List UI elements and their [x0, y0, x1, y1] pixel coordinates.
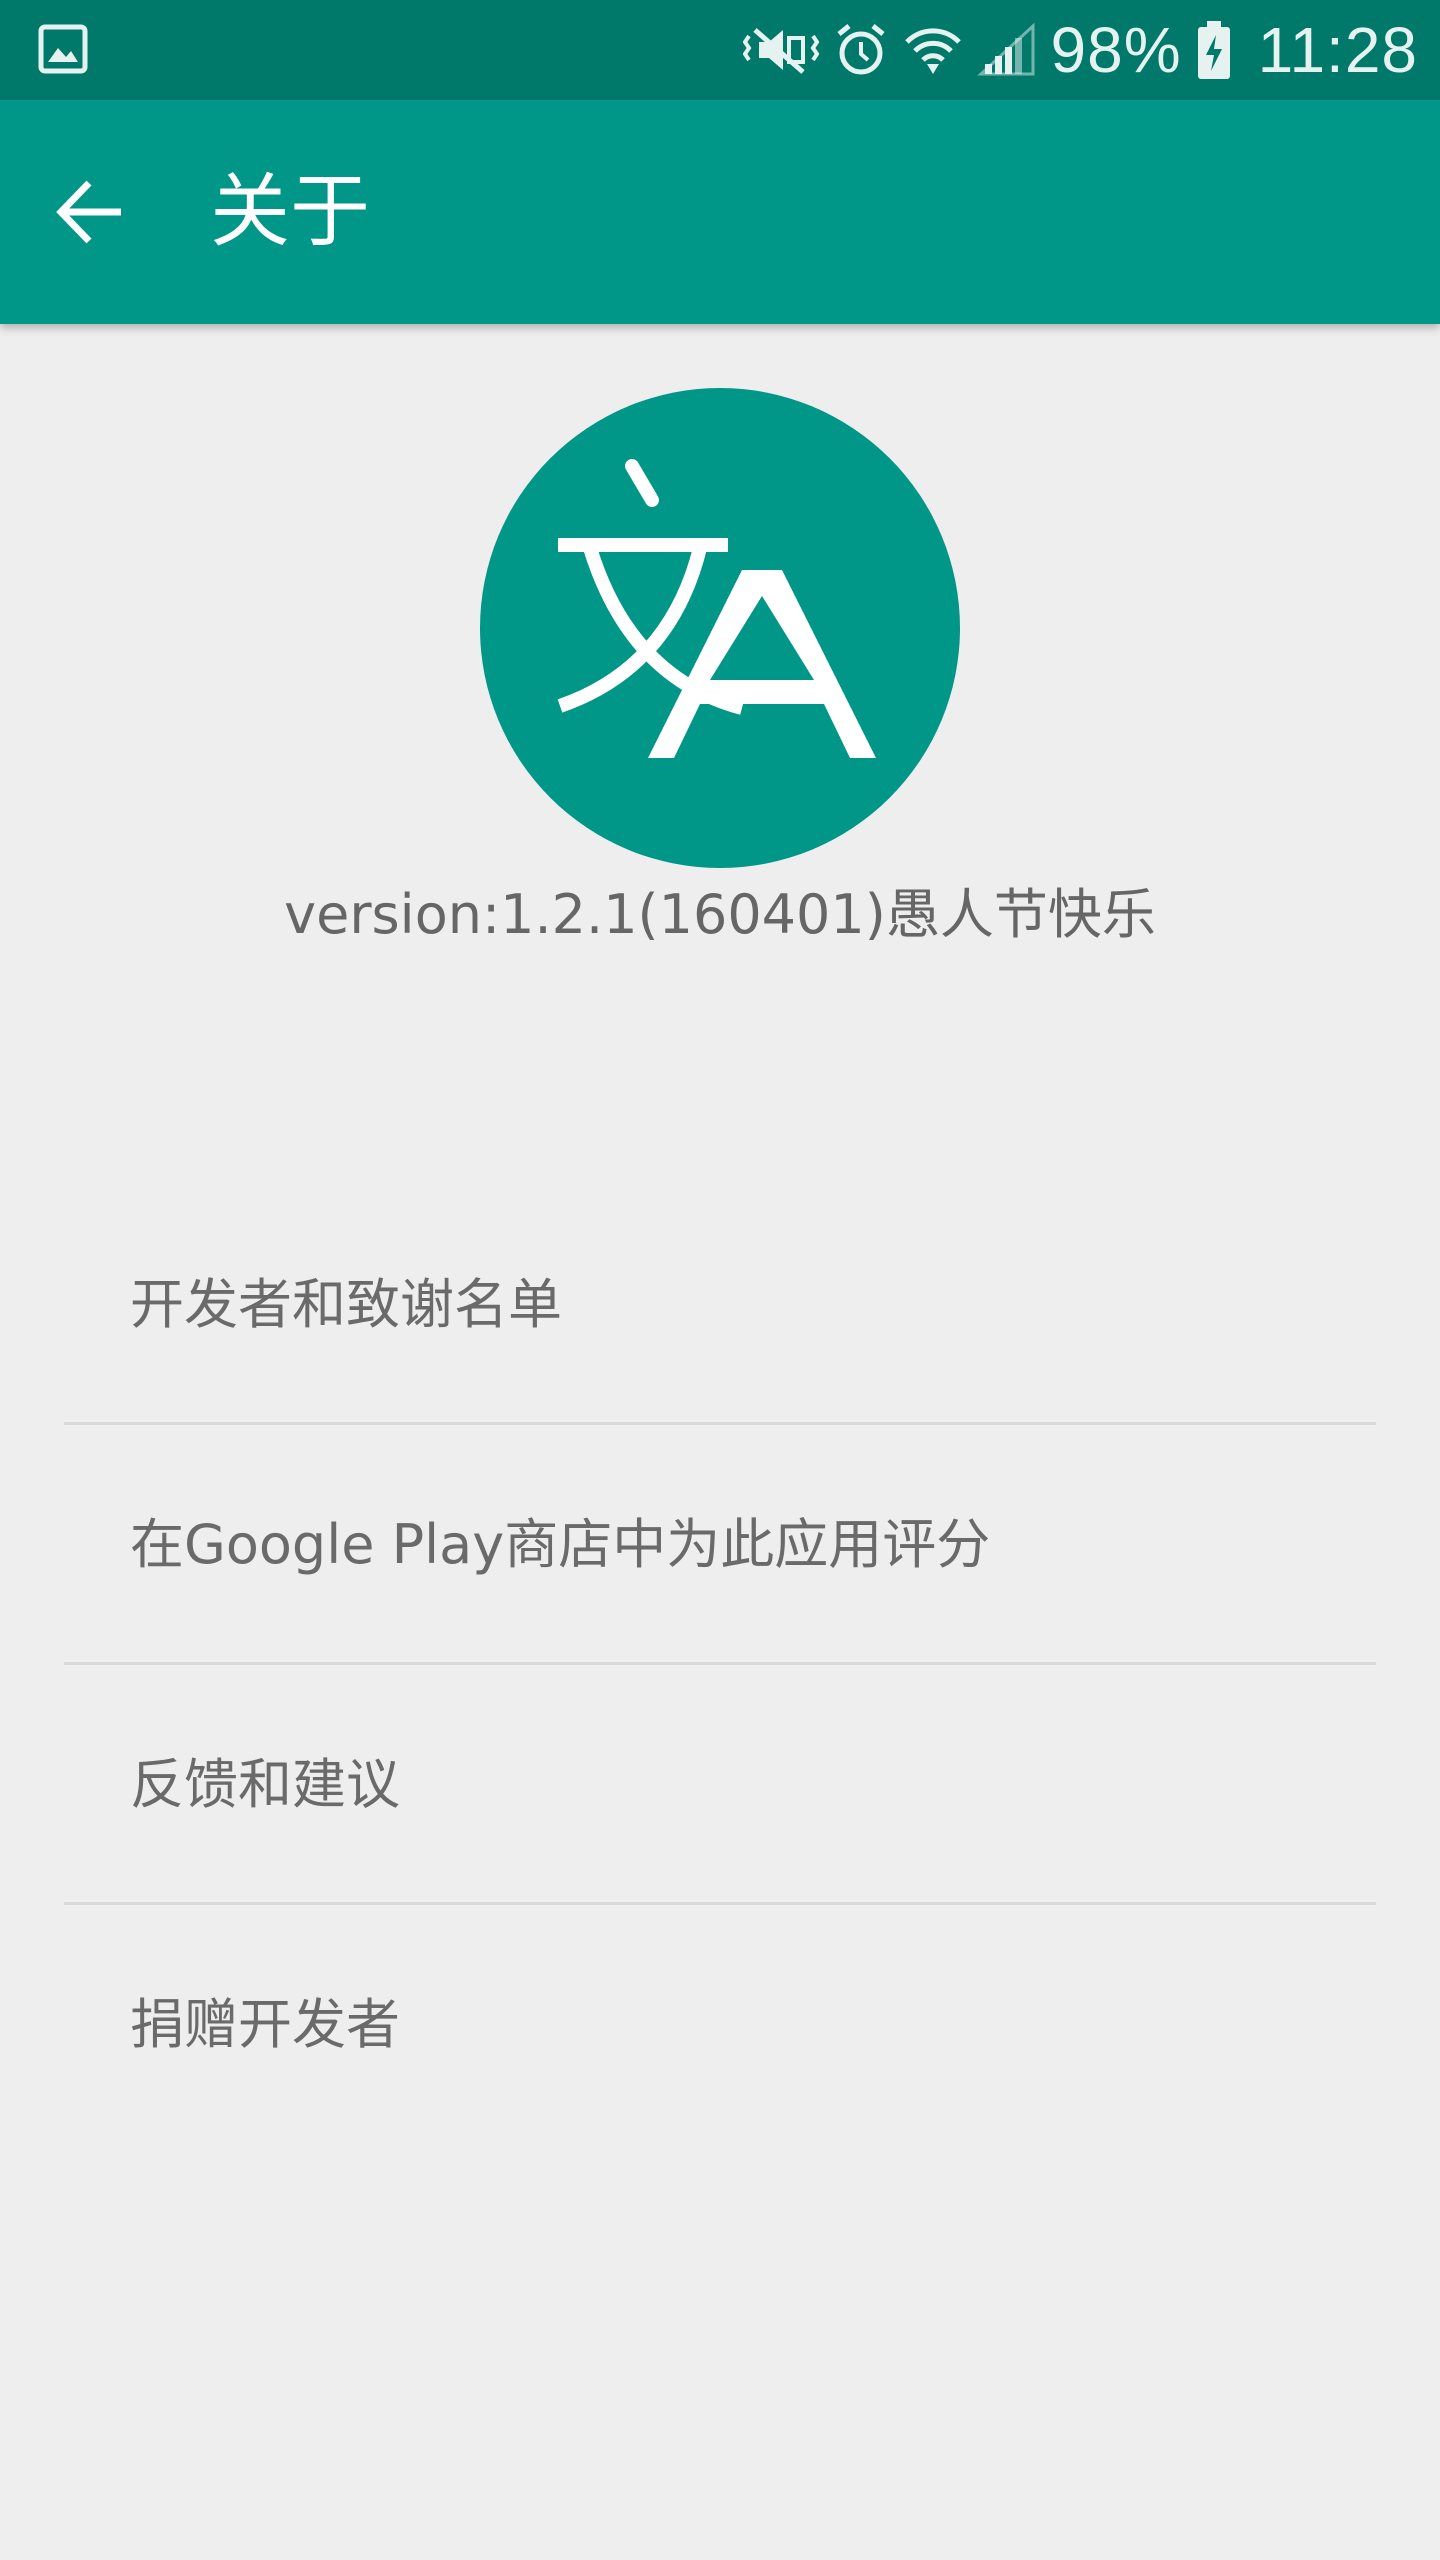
battery-charging-icon: [1196, 19, 1232, 81]
signal-icon: [976, 22, 1037, 78]
menu-item-donate[interactable]: 捐赠开发者: [0, 1905, 1440, 2145]
menu-item-feedback[interactable]: 反馈和建议: [0, 1665, 1440, 1905]
app-bar: 关于: [0, 100, 1440, 324]
translate-icon: [557, 459, 876, 758]
version-label: version:1.2.1(160401)愚人节快乐: [284, 883, 1156, 946]
app-logo: [480, 388, 960, 868]
menu-item-label: 开发者和致谢名单: [130, 1273, 562, 1336]
alarm-icon: [833, 22, 889, 78]
arrow-back-icon: [56, 180, 121, 244]
wifi-icon: [903, 22, 963, 78]
image-notification-icon: [38, 24, 88, 74]
menu-item-label: 捐赠开发者: [130, 1993, 400, 2056]
menu-item-rate-app[interactable]: 在Google Play商店中为此应用评分: [0, 1425, 1440, 1665]
back-button[interactable]: [40, 162, 140, 262]
battery-percent: 98%: [1050, 14, 1182, 86]
clock: 11:28: [1257, 14, 1418, 86]
menu-item-credits[interactable]: 开发者和致谢名单: [0, 1185, 1440, 1425]
about-menu: 开发者和致谢名单 在Google Play商店中为此应用评分 反馈和建议 捐赠开…: [0, 1185, 1440, 2145]
menu-item-label: 在Google Play商店中为此应用评分: [130, 1513, 991, 1576]
status-bar: 98% 11:28: [0, 0, 1440, 100]
mute-vibrate-icon: [742, 22, 819, 78]
status-icons: 98% 11:28: [742, 0, 1419, 100]
menu-item-label: 反馈和建议: [130, 1753, 400, 1816]
page-title: 关于: [210, 165, 370, 258]
